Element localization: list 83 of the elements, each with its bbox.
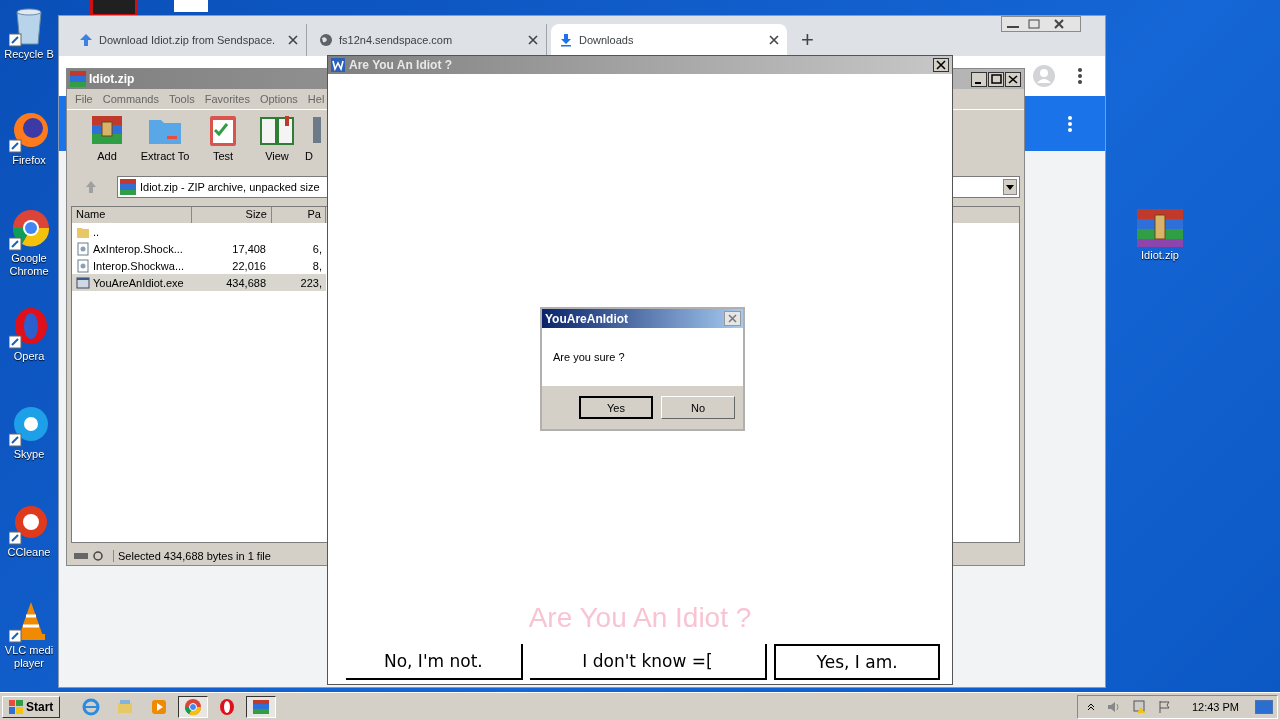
file-size: 17,408 — [231, 242, 267, 255]
dialog-message: Are you sure ? — [553, 351, 625, 363]
desktop-icon-label[interactable]: Opera — [1, 350, 57, 363]
new-tab-button[interactable]: + — [791, 24, 824, 56]
file-row[interactable]: .. — [72, 223, 326, 240]
taskbar-button[interactable] — [178, 695, 209, 718]
file-name: Interop.Shockwa... — [93, 259, 185, 272]
heading: Are You An Idiot ? — [528, 602, 752, 634]
desktop-icon-label[interactable]: Skype — [1, 448, 57, 461]
dialog-title: YouAreAnIdiot — [545, 311, 629, 326]
upload-icon — [79, 33, 93, 47]
address-text[interactable]: Idiot.zip - ZIP archive, unpacked size — [140, 181, 320, 193]
packed-size: 6, — [311, 242, 323, 255]
file-name: AxInterop.Shock... — [93, 242, 183, 255]
file-icon — [76, 241, 90, 256]
download-icon — [559, 33, 573, 47]
show-desktop-icon[interactable] — [1255, 699, 1273, 714]
dialog-button[interactable]: Yes — [579, 396, 653, 419]
column-header[interactable]: Name — [72, 207, 192, 223]
menu-icon[interactable] — [1077, 67, 1083, 85]
column-header[interactable]: Pa — [272, 207, 326, 223]
clock[interactable]: 12:43 PM — [1191, 700, 1239, 713]
file-icon — [76, 258, 90, 273]
close-icon[interactable] — [288, 35, 298, 45]
app-shortcut-icon[interactable] — [9, 110, 49, 154]
archive-icon — [70, 71, 86, 87]
toolbar-button[interactable]: D — [305, 112, 325, 174]
archive-icon — [252, 697, 271, 716]
status-text: Selected 434,688 bytes in 1 file — [113, 550, 271, 562]
close-icon[interactable] — [933, 58, 949, 72]
packed-size: 223, — [299, 276, 323, 289]
window-title: Idiot.zip — [89, 72, 135, 86]
file-name: .. — [93, 225, 100, 238]
file-size: 434,688 — [225, 276, 267, 289]
app-shortcut-icon[interactable] — [9, 404, 49, 448]
desktop-icon-label[interactable]: Idiot.zip — [1132, 249, 1188, 262]
flag-icon[interactable] — [1157, 699, 1172, 714]
file-size: 22,016 — [231, 259, 267, 272]
dialog-button[interactable]: No — [661, 396, 735, 419]
file-icon — [76, 275, 90, 290]
toolbar-button[interactable]: View — [251, 112, 303, 174]
file-row[interactable]: YouAreAnIdiot.exe 434,688 223, — [72, 274, 326, 291]
menu-item[interactable]: Options — [259, 93, 298, 105]
desktop-icon-label[interactable]: Recycle B — [1, 48, 57, 61]
desktop-icon-label[interactable]: Google Chrome — [1, 252, 57, 278]
file-name: YouAreAnIdiot.exe — [93, 276, 184, 289]
desktop-icon-label[interactable]: VLC medi player — [1, 644, 57, 670]
globe-icon — [319, 33, 333, 47]
chrome-icon — [184, 697, 203, 716]
windows-logo-icon — [9, 699, 23, 714]
desktop-icon-label[interactable]: CCleane — [1, 546, 57, 559]
app-shortcut-icon[interactable] — [9, 208, 49, 252]
browser-icon — [82, 697, 101, 716]
menu-item[interactable]: File — [75, 93, 93, 105]
desktop-icon-label[interactable]: Firefox — [1, 154, 57, 167]
answer-button[interactable]: Yes, I am. — [774, 644, 940, 680]
answer-button[interactable]: No, I'm not. — [346, 644, 523, 680]
folder-icon — [116, 697, 135, 716]
window-controls[interactable] — [971, 71, 1021, 87]
toolbar-button[interactable]: Add — [81, 112, 133, 174]
chevron-up-icon[interactable] — [1085, 701, 1096, 712]
answer-button[interactable]: I don't know =[ — [529, 644, 768, 680]
file-row[interactable]: AxInterop.Shock... 17,408 6, — [72, 240, 326, 257]
archive-icon — [120, 179, 136, 195]
menu-item[interactable]: Hel — [307, 93, 325, 105]
column-header[interactable]: Size — [192, 207, 272, 223]
more-menu-icon[interactable] — [1067, 114, 1073, 133]
menu-item[interactable]: Tools — [169, 93, 195, 105]
toolbar-button[interactable]: Extract To — [135, 112, 195, 174]
app-shortcut-icon[interactable] — [9, 306, 49, 350]
menu-item[interactable]: Commands — [102, 93, 159, 105]
taskbar-button[interactable] — [246, 695, 277, 718]
file-row[interactable]: Interop.Shockwa... 22,016 8, — [72, 257, 326, 274]
toolbar-button[interactable]: Test — [197, 112, 249, 174]
play-icon — [150, 697, 169, 716]
close-icon[interactable] — [769, 35, 779, 45]
close-icon[interactable] — [528, 35, 538, 45]
window-title: Are You An Idiot ? — [349, 58, 453, 72]
packed-size: 8, — [311, 259, 323, 272]
browser-tab[interactable]: Downloads — [551, 24, 787, 56]
start-button[interactable]: Start — [2, 695, 61, 718]
opera-icon — [218, 697, 237, 716]
menu-item[interactable]: Favorites — [204, 93, 250, 105]
